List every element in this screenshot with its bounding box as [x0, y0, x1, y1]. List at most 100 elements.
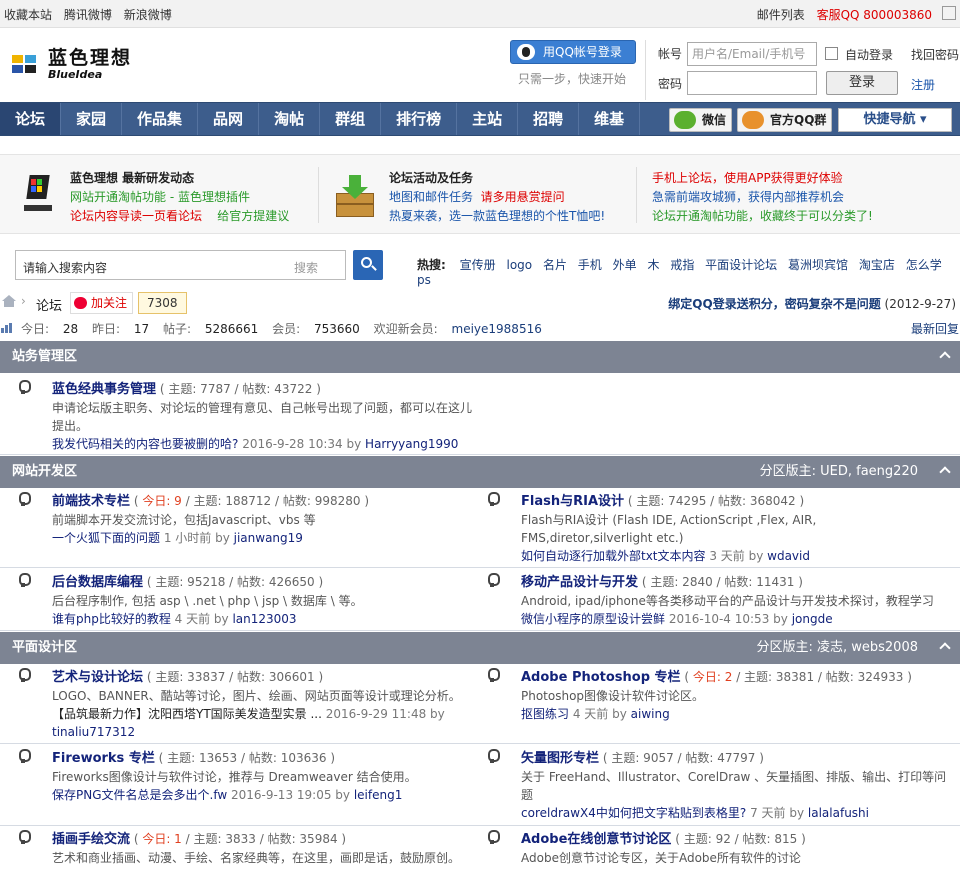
last-post-link[interactable]: 我发代码相关的内容也要被删的哈? — [52, 437, 238, 451]
search-button[interactable] — [353, 250, 383, 280]
hot-link[interactable]: 宣传册 — [460, 258, 496, 272]
promo-link-suggest[interactable]: 给官方提建议 — [217, 209, 289, 223]
hot-link[interactable]: 木 — [647, 258, 659, 272]
last-post-user[interactable]: tinaliu717312 — [52, 725, 135, 739]
last-post-user[interactable]: aiwing — [631, 707, 670, 721]
promo-link-reward[interactable]: 请多用悬赏提问 — [481, 190, 565, 204]
mail-list-link[interactable]: 邮件列表 — [757, 8, 805, 22]
forum-title[interactable]: 插画手绘交流 — [52, 832, 130, 847]
forum-desc: 申请论坛版主职务、对论坛的管理有意见、自己帐号出现了问题，都可以在这儿提出。 — [52, 401, 473, 433]
hot-link[interactable]: 平面设计论坛 — [705, 258, 777, 272]
sina-weibo-link[interactable]: 新浪微博 — [124, 8, 172, 22]
account-input[interactable]: 用户名/Email/手机号 — [687, 42, 817, 66]
section-header[interactable]: 站务管理区 — [0, 341, 960, 373]
last-post-user[interactable]: jongde — [792, 612, 833, 626]
last-post-user[interactable]: lalalafushi — [808, 806, 869, 820]
notice-link[interactable]: 绑定QQ登录送积分，密码复杂不是问题 — [668, 297, 880, 311]
nav-item-wiki[interactable]: 维基 — [579, 103, 641, 135]
forum-title[interactable]: 矢量图形专栏 — [521, 751, 599, 766]
last-post-user[interactable]: jianwang19 — [234, 531, 303, 545]
favorite-link[interactable]: 收藏本站 — [4, 8, 52, 22]
login-button[interactable]: 登录 — [826, 71, 898, 95]
forum-desc: LOGO、BANNER、酷站等讨论，图片、绘画、网站页面等设计或理论分析。 — [52, 689, 461, 703]
bulb-icon — [18, 749, 31, 765]
hot-link[interactable]: logo — [506, 258, 532, 272]
search-type-select[interactable]: 搜索 — [294, 259, 318, 276]
forum-title[interactable]: 前端技术专栏 — [52, 494, 130, 509]
quick-nav-dropdown[interactable]: 快捷导航 ▾ — [838, 108, 952, 132]
last-post-link[interactable]: 如何自动逐行加载外部txt文本内容 — [521, 549, 706, 563]
last-post-link[interactable]: 【品筑最新力作】沈阳西塔YT国际美发造型实景 ... — [52, 707, 322, 721]
nav-item-brand[interactable]: 品网 — [198, 103, 260, 135]
forum-title[interactable]: Flash与RIA设计 — [521, 494, 624, 509]
promo-link-collect[interactable]: 论坛开通淘帖功能，收藏终于可以分类了! — [652, 207, 873, 226]
nav-item-jobs[interactable]: 招聘 — [518, 103, 580, 135]
last-post-user[interactable]: lan123003 — [232, 612, 296, 626]
wechat-button[interactable]: 微信 — [669, 108, 732, 132]
pc-icon — [20, 175, 54, 215]
collapse-icon[interactable] — [939, 351, 951, 363]
search-input[interactable]: 请输入搜索内容 搜索 — [15, 250, 346, 280]
nav-item-main-site[interactable]: 主站 — [457, 103, 519, 135]
last-post-user[interactable]: leifeng1 — [354, 788, 403, 802]
promo-link-guide[interactable]: 论坛内容导读一页看论坛 — [70, 209, 202, 223]
promo-link-taotie[interactable]: 网站开通淘帖功能 — [70, 190, 166, 204]
hot-link[interactable]: 戒指 — [670, 258, 694, 272]
nav-item-groups[interactable]: 群组 — [320, 103, 382, 135]
promo-link-plugin[interactable]: - 蓝色理想插件 — [166, 190, 250, 204]
service-qq-link[interactable]: 客服QQ 800003860 — [817, 8, 932, 22]
promo-link-tshirt[interactable]: 热夏来袭，选一款蓝色理想的个性T恤吧! — [389, 207, 605, 226]
expand-icon[interactable] — [942, 6, 956, 20]
promo-link-frontend[interactable]: 急需前端攻城狮，获得内部推荐机会 — [652, 188, 873, 207]
main-nav: 论坛 家园 作品集 品网 淘帖 群组 排行榜 主站 招聘 维基 微信 官方QQ群… — [0, 102, 960, 136]
forum-title[interactable]: 艺术与设计论坛 — [52, 670, 143, 685]
hot-link[interactable]: 外单 — [613, 258, 637, 272]
register-link[interactable]: 注册 — [911, 76, 935, 93]
bulb-icon — [487, 573, 500, 589]
hot-link[interactable]: 手机 — [578, 258, 602, 272]
home-icon[interactable] — [2, 295, 16, 307]
forum-desc: Android, ipad/iphone等各类移动平台的产品设计与开发技术探讨，… — [521, 594, 934, 608]
collapse-icon[interactable] — [939, 466, 951, 478]
promo-link-app[interactable]: 手机上论坛，使用APP获得更好体验 — [652, 169, 873, 188]
promo-link-task[interactable]: 地图和邮件任务 — [389, 190, 473, 204]
last-post-link[interactable]: coreldrawX4中如何把文字粘贴到表格里? — [521, 806, 746, 820]
nav-item-ranking[interactable]: 排行榜 — [381, 103, 458, 135]
last-post-link[interactable]: 谁有php比较好的教程 — [52, 612, 171, 626]
forum-stats: ( 主题: 74295 / 帖数: 368042 ) — [624, 494, 805, 508]
tencent-weibo-link[interactable]: 腾讯微博 — [64, 8, 112, 22]
qq-group-button[interactable]: 官方QQ群 — [737, 108, 832, 132]
nav-item-works[interactable]: 作品集 — [122, 103, 199, 135]
nav-item-forum[interactable]: 论坛 — [0, 103, 62, 135]
hot-link[interactable]: 淘宝店 — [859, 258, 895, 272]
qq-login-button[interactable]: 用QQ帐号登录 — [510, 40, 636, 64]
nav-item-home[interactable]: 家园 — [61, 103, 123, 135]
collapse-icon[interactable] — [939, 642, 951, 654]
follow-weibo-button[interactable]: 加关注 — [70, 292, 133, 314]
password-input[interactable] — [687, 71, 817, 95]
hot-link[interactable]: 葛洲坝宾馆 — [788, 258, 848, 272]
forum-title[interactable]: 后台数据库编程 — [52, 575, 143, 590]
latest-replies-link[interactable]: 最新回复 — [911, 320, 959, 337]
section-header[interactable]: 网站开发区 分区版主: UED, faeng220 — [0, 456, 960, 488]
forum-title[interactable]: 移动产品设计与开发 — [521, 575, 638, 590]
last-post-time: 2016-9-28 10:34 by — [238, 437, 366, 451]
auto-login-checkbox[interactable] — [825, 47, 838, 60]
hot-link[interactable]: 名片 — [543, 258, 567, 272]
newest-member-link[interactable]: meiye1988516 — [452, 322, 542, 336]
last-post-user[interactable]: Harryyang1990 — [365, 437, 458, 451]
forgot-password-link[interactable]: 找回密码 — [911, 46, 959, 63]
last-post-link[interactable]: 微信小程序的原型设计尝鲜 — [521, 612, 665, 626]
nav-item-taotie[interactable]: 淘帖 — [259, 103, 321, 135]
forum-title[interactable]: Adobe Photoshop 专栏 — [521, 670, 681, 685]
last-post-user[interactable]: wdavid — [767, 549, 810, 563]
site-logo[interactable]: 蓝色理想 BlueIdea — [12, 48, 132, 80]
last-post-link[interactable]: 抠图练习 — [521, 707, 569, 721]
section-header[interactable]: 平面设计区 分区版主: 凌志, webs2008 — [0, 632, 960, 664]
forum-title[interactable]: 蓝色经典事务管理 — [52, 382, 156, 397]
last-post-link[interactable]: 保存PNG文件名总是会多出个.fw — [52, 788, 227, 802]
forum-title[interactable]: Fireworks 专栏 — [52, 751, 155, 766]
wechat-icon — [674, 111, 696, 129]
last-post-link[interactable]: 一个火狐下面的问题 — [52, 531, 160, 545]
forum-title[interactable]: Adobe在线创意节讨论区 — [521, 832, 671, 847]
